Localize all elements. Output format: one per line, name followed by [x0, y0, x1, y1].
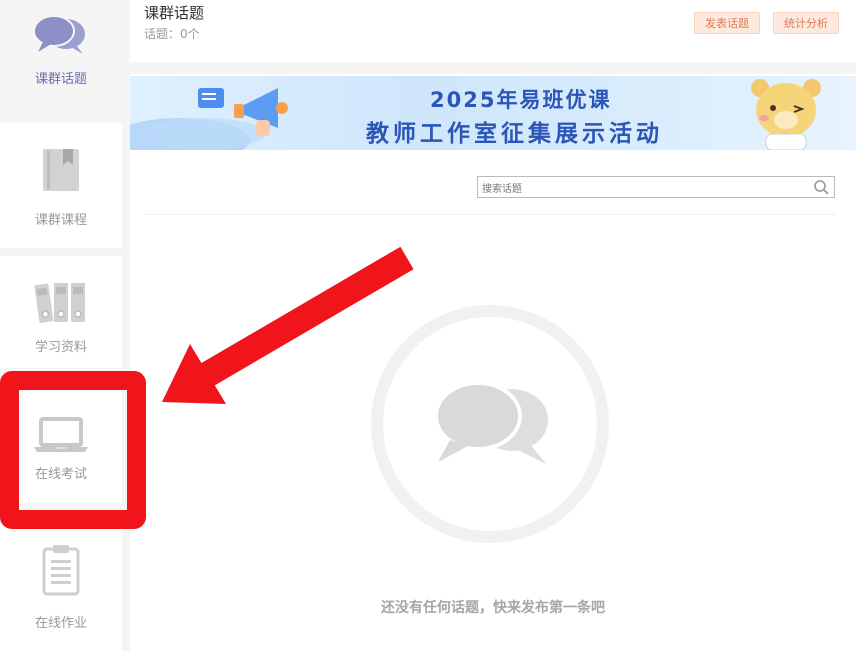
page-title: 课群话题: [144, 4, 205, 22]
chat-bubbles-icon: [434, 381, 548, 464]
laptop-icon: [34, 417, 88, 452]
banner-title-line1: 2025年易班优课: [430, 88, 612, 112]
sidebar-item-label: 在线考试: [34, 467, 87, 482]
page-header: 课群话题 话题：0个 发表话题 统计分析: [130, 0, 856, 62]
sidebar-item-label: 学习资料: [34, 340, 87, 355]
search-icon[interactable]: [813, 179, 831, 195]
sidebar-item-label: 课群课程: [34, 213, 87, 228]
sidebar-item-online-exam[interactable]: 在线考试: [0, 391, 122, 503]
stats-button[interactable]: 统计分析: [773, 12, 839, 34]
binders-icon: [34, 283, 85, 323]
bear-mascot-illustration: [751, 79, 821, 150]
sidebar-item-label: 课群话题: [34, 72, 87, 87]
sidebar-item-homework[interactable]: 在线作业: [0, 526, 122, 651]
main-content: 课群话题 话题：0个 发表话题 统计分析 2025年易班优课 教师工作室征集展示…: [130, 0, 856, 651]
sidebar-item-courses[interactable]: 课群课程: [0, 123, 122, 248]
book-icon: [43, 149, 79, 191]
megaphone-illustration: [130, 88, 288, 150]
sidebar-item-materials[interactable]: 学习资料: [0, 256, 122, 368]
sidebar: 课群话题 课群课程 学习资料 在线考试 在线作业: [0, 0, 130, 651]
header-divider: [130, 62, 856, 74]
search-box: [477, 176, 835, 200]
search-divider: [146, 214, 836, 215]
search-input[interactable]: [478, 179, 808, 200]
chat-bubbles-icon: [33, 15, 85, 54]
topic-count: 话题：0个: [144, 27, 200, 41]
empty-state-message: 还没有任何话题，快来发布第一条吧: [381, 600, 605, 616]
post-topic-button[interactable]: 发表话题: [694, 12, 760, 34]
promo-banner[interactable]: 2025年易班优课 教师工作室征集展示活动: [130, 76, 856, 150]
banner-title-line2: 教师工作室征集展示活动: [366, 121, 663, 147]
sidebar-item-label: 在线作业: [34, 616, 87, 631]
sidebar-item-topics[interactable]: 课群话题: [0, 0, 122, 118]
clipboard-icon: [42, 545, 80, 596]
